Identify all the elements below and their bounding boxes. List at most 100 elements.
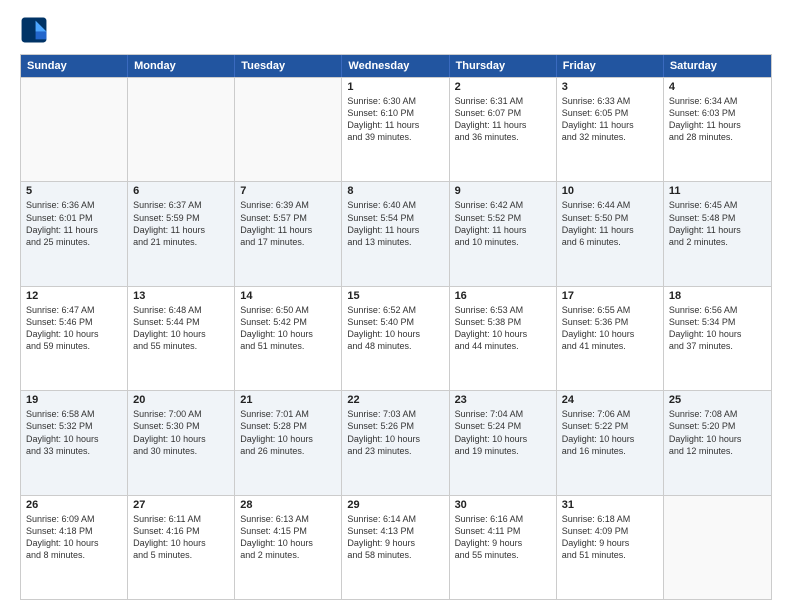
cell-info: Sunrise: 6:55 AM Sunset: 5:36 PM Dayligh… xyxy=(562,304,658,353)
calendar-cell: 3 Sunrise: 6:33 AM Sunset: 6:05 PM Daylig… xyxy=(557,78,664,181)
calendar-cell: 10Sunrise: 6:44 AM Sunset: 5:50 PM Dayli… xyxy=(557,182,664,285)
cell-info: Sunrise: 6:53 AM Sunset: 5:38 PM Dayligh… xyxy=(455,304,551,353)
weekday-header: Thursday xyxy=(450,55,557,77)
calendar-cell: 22 Sunrise: 7:03 AM Sunset: 5:26 PM Dayli… xyxy=(342,391,449,494)
calendar-row: 5 Sunrise: 6:36 AM Sunset: 6:01 PM Daylig… xyxy=(21,181,771,285)
calendar-cell: 27 Sunrise: 6:11 AM Sunset: 4:16 PM Dayli… xyxy=(128,496,235,599)
calendar-cell xyxy=(128,78,235,181)
cell-info: Sunrise: 7:00 AM Sunset: 5:30 PM Dayligh… xyxy=(133,408,229,457)
cell-info: Sunrise: 6:34 AM Sunset: 6:03 PM Dayligh… xyxy=(669,95,766,144)
cell-info: Sunrise: 6:40 AM Sunset: 5:54 PM Dayligh… xyxy=(347,199,443,248)
cell-info: Sunrise: 6:47 AM Sunset: 5:46 PM Dayligh… xyxy=(26,304,122,353)
day-number: 2 xyxy=(455,81,551,93)
day-number: 5 xyxy=(26,185,122,197)
day-number: 16 xyxy=(455,290,551,302)
day-number: 12 xyxy=(26,290,122,302)
calendar-cell: 31Sunrise: 6:18 AM Sunset: 4:09 PM Dayli… xyxy=(557,496,664,599)
day-number: 6 xyxy=(133,185,229,197)
day-number: 19 xyxy=(26,394,122,406)
calendar-cell xyxy=(235,78,342,181)
calendar-cell: 30 Sunrise: 6:16 AM Sunset: 4:11 PM Dayli… xyxy=(450,496,557,599)
day-number: 29 xyxy=(347,499,443,511)
day-number: 24 xyxy=(562,394,658,406)
cell-info: Sunrise: 7:03 AM Sunset: 5:26 PM Dayligh… xyxy=(347,408,443,457)
calendar-cell: 26Sunrise: 6:09 AM Sunset: 4:18 PM Dayli… xyxy=(21,496,128,599)
day-number: 11 xyxy=(669,185,766,197)
cell-info: Sunrise: 6:33 AM Sunset: 6:05 PM Dayligh… xyxy=(562,95,658,144)
calendar-cell: 2 Sunrise: 6:31 AM Sunset: 6:07 PM Daylig… xyxy=(450,78,557,181)
logo-icon xyxy=(20,16,48,44)
calendar-cell: 14Sunrise: 6:50 AM Sunset: 5:42 PM Dayli… xyxy=(235,287,342,390)
calendar: SundayMondayTuesdayWednesdayThursdayFrid… xyxy=(20,54,772,600)
day-number: 18 xyxy=(669,290,766,302)
cell-info: Sunrise: 6:09 AM Sunset: 4:18 PM Dayligh… xyxy=(26,513,122,562)
calendar-row: 26Sunrise: 6:09 AM Sunset: 4:18 PM Dayli… xyxy=(21,495,771,599)
cell-info: Sunrise: 6:11 AM Sunset: 4:16 PM Dayligh… xyxy=(133,513,229,562)
weekday-header: Saturday xyxy=(664,55,771,77)
day-number: 15 xyxy=(347,290,443,302)
calendar-cell: 18 Sunrise: 6:56 AM Sunset: 5:34 PM Dayli… xyxy=(664,287,771,390)
calendar-cell: 11 Sunrise: 6:45 AM Sunset: 5:48 PM Dayli… xyxy=(664,182,771,285)
calendar-cell: 17 Sunrise: 6:55 AM Sunset: 5:36 PM Dayli… xyxy=(557,287,664,390)
cell-info: Sunrise: 7:01 AM Sunset: 5:28 PM Dayligh… xyxy=(240,408,336,457)
cell-info: Sunrise: 6:39 AM Sunset: 5:57 PM Dayligh… xyxy=(240,199,336,248)
calendar-cell: 12 Sunrise: 6:47 AM Sunset: 5:46 PM Dayli… xyxy=(21,287,128,390)
cell-info: Sunrise: 6:56 AM Sunset: 5:34 PM Dayligh… xyxy=(669,304,766,353)
day-number: 7 xyxy=(240,185,336,197)
page: SundayMondayTuesdayWednesdayThursdayFrid… xyxy=(0,0,792,612)
day-number: 25 xyxy=(669,394,766,406)
cell-info: Sunrise: 6:50 AM Sunset: 5:42 PM Dayligh… xyxy=(240,304,336,353)
cell-info: Sunrise: 6:45 AM Sunset: 5:48 PM Dayligh… xyxy=(669,199,766,248)
cell-info: Sunrise: 6:31 AM Sunset: 6:07 PM Dayligh… xyxy=(455,95,551,144)
weekday-header: Monday xyxy=(128,55,235,77)
calendar-cell: 4 Sunrise: 6:34 AM Sunset: 6:03 PM Daylig… xyxy=(664,78,771,181)
header xyxy=(20,16,772,44)
calendar-header: SundayMondayTuesdayWednesdayThursdayFrid… xyxy=(21,55,771,77)
cell-info: Sunrise: 7:04 AM Sunset: 5:24 PM Dayligh… xyxy=(455,408,551,457)
calendar-cell: 21 Sunrise: 7:01 AM Sunset: 5:28 PM Dayli… xyxy=(235,391,342,494)
weekday-header: Wednesday xyxy=(342,55,449,77)
day-number: 27 xyxy=(133,499,229,511)
calendar-row: 19Sunrise: 6:58 AM Sunset: 5:32 PM Dayli… xyxy=(21,390,771,494)
day-number: 4 xyxy=(669,81,766,93)
day-number: 3 xyxy=(562,81,658,93)
calendar-cell: 8Sunrise: 6:40 AM Sunset: 5:54 PM Daylig… xyxy=(342,182,449,285)
day-number: 22 xyxy=(347,394,443,406)
calendar-cell: 16 Sunrise: 6:53 AM Sunset: 5:38 PM Dayli… xyxy=(450,287,557,390)
calendar-cell: 29 Sunrise: 6:14 AM Sunset: 4:13 PM Dayli… xyxy=(342,496,449,599)
calendar-cell: 6 Sunrise: 6:37 AM Sunset: 5:59 PM Daylig… xyxy=(128,182,235,285)
calendar-body: 1 Sunrise: 6:30 AM Sunset: 6:10 PM Daylig… xyxy=(21,77,771,599)
calendar-cell: 23Sunrise: 7:04 AM Sunset: 5:24 PM Dayli… xyxy=(450,391,557,494)
day-number: 1 xyxy=(347,81,443,93)
weekday-header: Sunday xyxy=(21,55,128,77)
day-number: 31 xyxy=(562,499,658,511)
cell-info: Sunrise: 6:48 AM Sunset: 5:44 PM Dayligh… xyxy=(133,304,229,353)
calendar-cell xyxy=(21,78,128,181)
calendar-row: 1 Sunrise: 6:30 AM Sunset: 6:10 PM Daylig… xyxy=(21,77,771,181)
cell-info: Sunrise: 6:37 AM Sunset: 5:59 PM Dayligh… xyxy=(133,199,229,248)
calendar-cell: 15 Sunrise: 6:52 AM Sunset: 5:40 PM Dayli… xyxy=(342,287,449,390)
day-number: 10 xyxy=(562,185,658,197)
day-number: 28 xyxy=(240,499,336,511)
day-number: 17 xyxy=(562,290,658,302)
day-number: 30 xyxy=(455,499,551,511)
cell-info: Sunrise: 6:36 AM Sunset: 6:01 PM Dayligh… xyxy=(26,199,122,248)
calendar-cell xyxy=(664,496,771,599)
day-number: 13 xyxy=(133,290,229,302)
day-number: 21 xyxy=(240,394,336,406)
cell-info: Sunrise: 7:06 AM Sunset: 5:22 PM Dayligh… xyxy=(562,408,658,457)
calendar-cell: 9Sunrise: 6:42 AM Sunset: 5:52 PM Daylig… xyxy=(450,182,557,285)
cell-info: Sunrise: 6:14 AM Sunset: 4:13 PM Dayligh… xyxy=(347,513,443,562)
logo xyxy=(20,16,52,44)
calendar-row: 12 Sunrise: 6:47 AM Sunset: 5:46 PM Dayli… xyxy=(21,286,771,390)
calendar-cell: 1 Sunrise: 6:30 AM Sunset: 6:10 PM Daylig… xyxy=(342,78,449,181)
calendar-cell: 7 Sunrise: 6:39 AM Sunset: 5:57 PM Daylig… xyxy=(235,182,342,285)
cell-info: Sunrise: 7:08 AM Sunset: 5:20 PM Dayligh… xyxy=(669,408,766,457)
calendar-cell: 25 Sunrise: 7:08 AM Sunset: 5:20 PM Dayli… xyxy=(664,391,771,494)
calendar-cell: 28Sunrise: 6:13 AM Sunset: 4:15 PM Dayli… xyxy=(235,496,342,599)
calendar-cell: 19Sunrise: 6:58 AM Sunset: 5:32 PM Dayli… xyxy=(21,391,128,494)
cell-info: Sunrise: 6:52 AM Sunset: 5:40 PM Dayligh… xyxy=(347,304,443,353)
calendar-cell: 24 Sunrise: 7:06 AM Sunset: 5:22 PM Dayli… xyxy=(557,391,664,494)
cell-info: Sunrise: 6:30 AM Sunset: 6:10 PM Dayligh… xyxy=(347,95,443,144)
cell-info: Sunrise: 6:16 AM Sunset: 4:11 PM Dayligh… xyxy=(455,513,551,562)
